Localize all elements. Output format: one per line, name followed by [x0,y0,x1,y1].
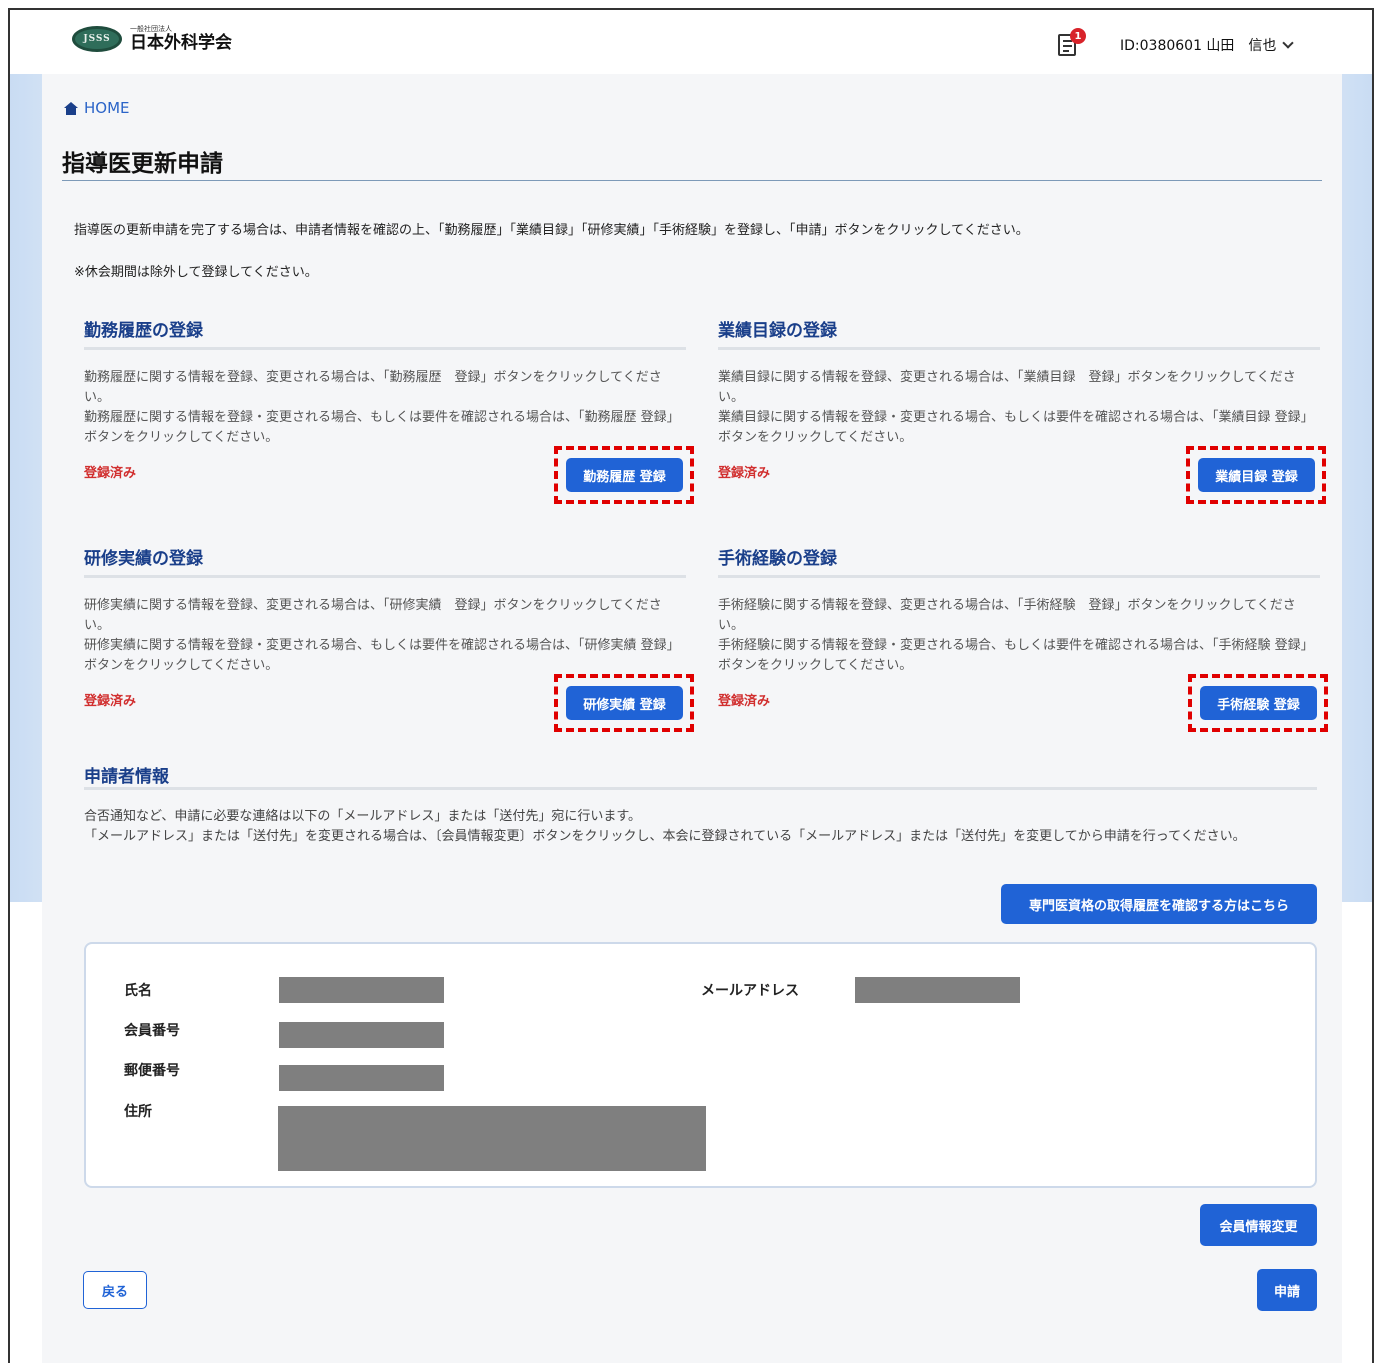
notification-button[interactable]: 1 [1058,28,1086,58]
page-title: 指導医更新申請 [62,151,223,177]
section-title: 勤務履歴の登録 [84,321,203,341]
logo-mark: JSSS [72,26,122,52]
section-desc: 勤務履歴に関する情報を登録・変更される場合、もしくは要件を確認される場合は、「勤… [84,410,680,445]
intro-text: 指導医の更新申請を完了する場合は、申請者情報を確認の上、「勤務履歴」「業績目録」… [74,223,1029,238]
section-desc: 手術経験に関する情報を登録・変更される場合、もしくは要件を確認される場合は、「手… [718,638,1314,673]
email-value-redacted [855,977,1020,1003]
user-label: ID:0380601 山田 信也 [1120,38,1277,54]
home-icon [64,101,78,115]
page-frame: JSSS 一般社団法人 日本外科学会 1 ID:0380601 山田 信也 HO… [8,8,1374,1363]
notification-badge: 1 [1070,28,1086,44]
applicant-info-card: 氏名 メールアドレス 会員番号 郵便番号 住所 [84,942,1317,1188]
postal-code-label: 郵便番号 [124,1063,180,1079]
section-training: 研修実績の登録 研修実績に関する情報を登録、変更される場合は、「研修実績 登録」… [84,544,694,734]
section-desc: 手術経験に関する情報を登録、変更される場合は、「手術経験 登録」ボタンをクリック… [718,598,1296,633]
back-button[interactable]: 戻る [83,1271,147,1309]
section-desc: 業績目録に関する情報を登録、変更される場合は、「業績目録 登録」ボタンをクリック… [718,370,1296,405]
section-title: 手術経験の登録 [718,549,837,569]
section-title: 業績目録の登録 [718,321,837,341]
status-registered: 登録済み [718,694,771,709]
member-number-redacted [279,1022,444,1048]
member-number-label: 会員番号 [124,1023,180,1039]
logo-subtitle: 一般社団法人 [130,25,172,33]
address-redacted [278,1106,706,1171]
section-achievements: 業績目録の登録 業績目録に関する情報を登録、変更される場合は、「業績目録 登録」… [718,316,1326,506]
surgery-register-button[interactable]: 手術経験 登録 [1200,686,1317,720]
section-desc: 勤務履歴に関する情報を登録、変更される場合は、「勤務履歴 登録」ボタンをクリック… [84,370,662,405]
applicant-divider [84,787,1317,790]
user-menu[interactable]: ID:0380601 山田 信也 [1120,35,1295,55]
name-label: 氏名 [124,983,152,999]
logo-name: 日本外科学会 [130,33,232,53]
status-registered: 登録済み [84,694,137,709]
breadcrumb-home[interactable]: HOME [84,99,130,117]
header: JSSS 一般社団法人 日本外科学会 1 ID:0380601 山田 信也 [10,10,1372,74]
training-register-button[interactable]: 研修実績 登録 [566,686,683,720]
member-info-change-button[interactable]: 会員情報変更 [1200,1204,1317,1246]
achievements-register-button[interactable]: 業績目録 登録 [1198,458,1315,492]
status-registered: 登録済み [718,466,771,481]
section-desc: 研修実績に関する情報を登録、変更される場合は、「研修実績 登録」ボタンをクリック… [84,598,662,633]
work-history-register-button[interactable]: 勤務履歴 登録 [566,458,683,492]
note-text: ※休会期間は除外して登録してください。 [74,265,318,280]
section-work-history: 勤務履歴の登録 勤務履歴に関する情報を登録、変更される場合は、「勤務履歴 登録」… [84,316,694,506]
status-registered: 登録済み [84,466,137,481]
postal-code-redacted [279,1065,444,1091]
applicant-title: 申請者情報 [84,767,169,787]
apply-button[interactable]: 申請 [1257,1269,1317,1311]
applicant-desc: 合否通知など、申請に必要な連絡は以下の「メールアドレス」または「送付先」宛に行い… [84,809,1246,844]
section-desc: 業績目録に関する情報を登録・変更される場合、もしくは要件を確認される場合は、「業… [718,410,1314,445]
main-content: HOME 指導医更新申請 指導医の更新申請を完了する場合は、申請者情報を確認の上… [42,74,1342,1363]
section-surgery: 手術経験の登録 手術経験に関する情報を登録、変更される場合は、「手術経験 登録」… [718,544,1328,734]
section-desc: 研修実績に関する情報を登録・変更される場合、もしくは要件を確認される場合は、「研… [84,638,680,673]
chevron-down-icon [1282,36,1295,49]
email-label: メールアドレス [701,983,799,999]
section-title: 研修実績の登録 [84,549,203,569]
address-label: 住所 [124,1104,152,1120]
logo[interactable]: JSSS 一般社団法人 日本外科学会 [72,26,232,52]
breadcrumb[interactable]: HOME [64,99,130,117]
title-divider [62,180,1322,181]
name-value-redacted [279,977,444,1003]
qualification-history-button[interactable]: 専門医資格の取得履歴を確認する方はこちら [1001,884,1317,924]
